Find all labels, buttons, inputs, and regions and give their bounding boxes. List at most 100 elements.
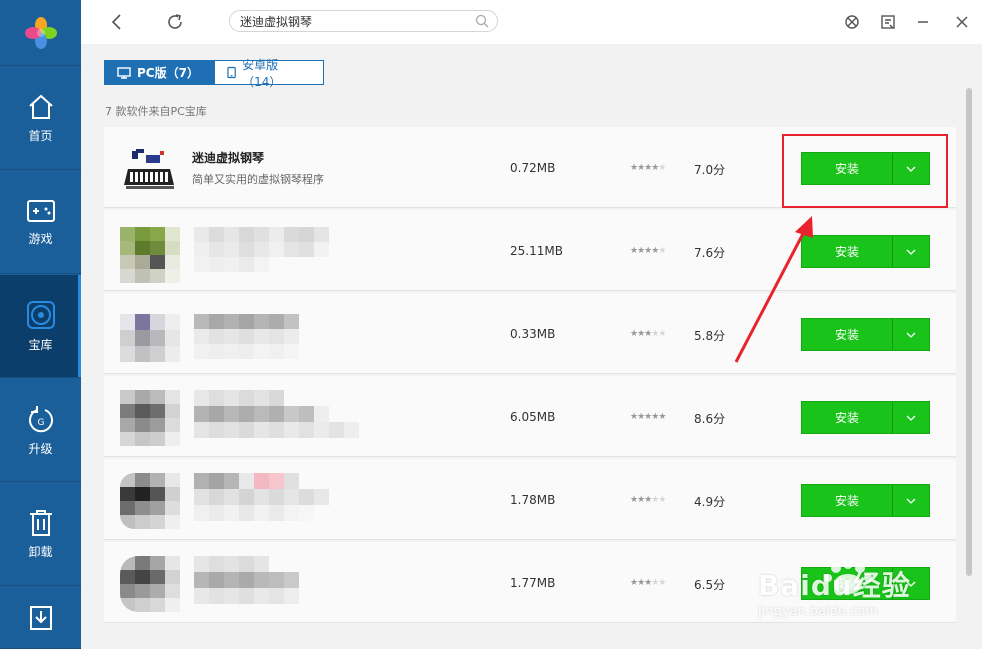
pixelated-app-icon (120, 556, 180, 612)
pixelated-app-text (194, 227, 334, 272)
platform-tabs: PC版（7） 安卓版（14） (104, 58, 324, 89)
minimize-button[interactable] (911, 10, 935, 34)
sidebar-item-label: 升级 (28, 441, 53, 456)
home-icon (28, 94, 53, 119)
watermark-brand: Baidu经验 (758, 569, 911, 602)
sidebar: 首页 游戏 宝库 G 升级 卸载 (0, 0, 81, 649)
app-description: 简单又实用的虚拟钢琴程序 (192, 173, 324, 186)
app-size: 1.77MB (510, 576, 556, 590)
star-icon: ★ (658, 578, 666, 588)
app-size: 0.33MB (510, 327, 556, 341)
app-name[interactable]: 迷迪虚拟钢琴 (192, 149, 264, 166)
back-button[interactable] (105, 10, 129, 34)
install-button[interactable]: 安装 (801, 484, 930, 517)
tab-label: 安卓版（14） (242, 57, 282, 89)
sidebar-item-label: 卸载 (28, 544, 53, 559)
app-size: 1.78MB (510, 493, 556, 507)
app-size: 25.11MB (510, 244, 563, 258)
skin-button[interactable] (840, 10, 864, 34)
search-icon[interactable] (475, 14, 489, 28)
watermark: Baidu经验 jingyan.baidu.com (756, 558, 956, 628)
search-box[interactable] (229, 10, 498, 32)
pixelated-app-text (194, 473, 334, 521)
piano-app-icon (124, 149, 174, 189)
source-count: 7 款软件来自PC宝库 (105, 105, 207, 118)
sidebar-item-label: 宝库 (28, 337, 53, 352)
gamepad-icon (26, 199, 55, 222)
install-button[interactable]: 安装 (801, 401, 930, 434)
app-score: 7.6分 (694, 246, 726, 260)
table-row: 0.33MB ★★★★★ 5.8分 安装 (104, 293, 956, 374)
app-size: 6.05MB (510, 410, 556, 424)
disc-icon (26, 300, 55, 329)
sidebar-item-upgrade[interactable]: G 升级 (0, 379, 81, 482)
rating-stars: ★★★★★ (630, 163, 666, 173)
scrollbar[interactable] (966, 88, 972, 576)
highlight-box (782, 134, 948, 208)
upgrade-icon: G (28, 405, 53, 432)
app-score: 8.6分 (694, 412, 726, 426)
table-row: 6.05MB ★★★★★ 8.6分 安装 (104, 376, 956, 457)
sidebar-item-treasury[interactable]: 宝库 (0, 275, 81, 378)
star-icon: ★ (658, 246, 666, 256)
search-input[interactable] (240, 13, 465, 29)
pixelated-app-text (194, 390, 359, 438)
app-score: 5.8分 (694, 329, 726, 343)
app-logo[interactable] (0, 0, 81, 66)
download-icon (29, 605, 52, 630)
pixelated-app-icon (120, 390, 180, 446)
settings-button[interactable] (876, 10, 900, 34)
chevron-down-icon (906, 498, 916, 504)
table-row: 25.11MB ★★★★★ 7.6分 安装 (104, 210, 956, 291)
chevron-down-icon (906, 415, 916, 421)
monitor-icon (117, 66, 131, 79)
close-button[interactable] (950, 10, 974, 34)
trash-icon (29, 509, 52, 536)
rating-stars: ★★★★★ (630, 246, 666, 256)
install-label: 安装 (802, 485, 893, 516)
sidebar-item-label: 首页 (28, 128, 53, 143)
pixelated-app-icon (120, 314, 180, 362)
star-icon: ★ (658, 329, 666, 339)
menu-icon (881, 15, 895, 29)
pixelated-app-text (194, 556, 304, 604)
install-button[interactable]: 安装 (801, 235, 930, 268)
sidebar-item-games[interactable]: 游戏 (0, 171, 81, 274)
app-logo-icon (24, 16, 57, 49)
app-score: 4.9分 (694, 495, 726, 509)
minimize-icon (918, 21, 928, 23)
table-row: 1.78MB ★★★★★ 4.9分 安装 (104, 459, 956, 540)
tab-pc[interactable]: PC版（7） (105, 61, 215, 84)
install-options-dropdown[interactable] (893, 485, 929, 516)
rating-stars: ★★★★★ (630, 578, 666, 588)
install-options-dropdown[interactable] (893, 402, 929, 433)
skin-icon (845, 15, 859, 29)
watermark-url: jingyan.baidu.com (758, 604, 878, 619)
chevron-left-icon (111, 14, 121, 30)
refresh-button[interactable] (163, 10, 187, 34)
chevron-down-icon (906, 249, 916, 255)
close-icon (956, 16, 968, 28)
tab-android[interactable]: 安卓版（14） (215, 58, 323, 89)
app-score: 7.0分 (694, 163, 726, 177)
star-icon: ★ (658, 495, 666, 505)
app-score: 6.5分 (694, 578, 726, 592)
tab-label: PC版（7） (137, 66, 199, 80)
app-size: 0.72MB (510, 161, 556, 175)
refresh-icon (168, 14, 182, 29)
install-label: 安装 (802, 319, 893, 350)
chevron-down-icon (906, 332, 916, 338)
sidebar-item-downloads[interactable] (0, 587, 81, 649)
sidebar-item-label: 游戏 (28, 231, 53, 246)
pixelated-app-text (194, 314, 304, 359)
phone-icon (227, 66, 236, 79)
star-icon: ★ (658, 412, 666, 422)
pixelated-app-icon (120, 473, 180, 529)
install-button[interactable]: 安装 (801, 318, 930, 351)
sidebar-item-uninstall[interactable]: 卸载 (0, 483, 81, 586)
install-options-dropdown[interactable] (893, 236, 929, 267)
sidebar-item-home[interactable]: 首页 (0, 67, 81, 170)
rating-stars: ★★★★★ (630, 495, 666, 505)
install-options-dropdown[interactable] (893, 319, 929, 350)
svg-text:G: G (37, 418, 44, 428)
